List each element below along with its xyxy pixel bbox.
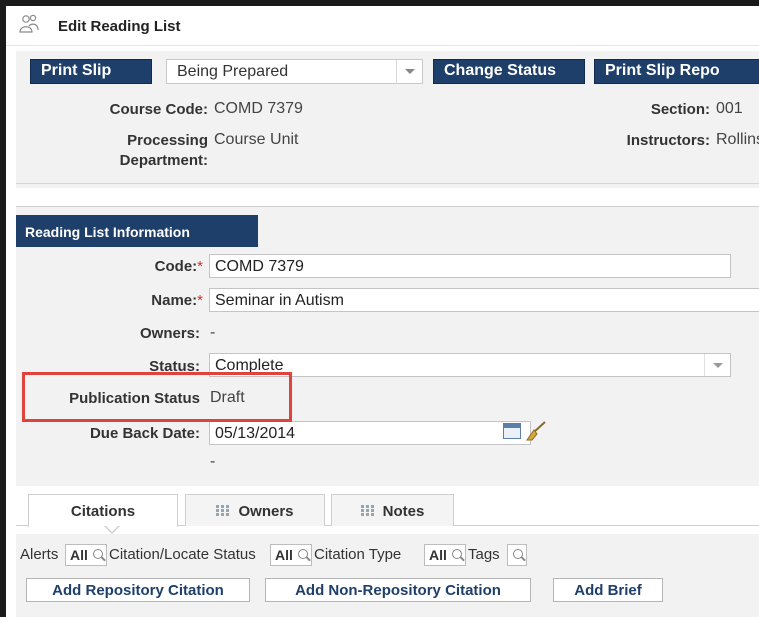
- active-tab-pointer-inner: [105, 525, 119, 532]
- code-input[interactable]: COMD 7379: [209, 254, 731, 278]
- chevron-down-icon[interactable]: [396, 60, 422, 83]
- citation-type-value: All: [429, 547, 447, 563]
- tags-label: Tags: [468, 546, 500, 563]
- citation-locate-status-filter[interactable]: All: [270, 544, 312, 566]
- course-code-value: COMD 7379: [214, 100, 303, 117]
- citation-type-label: Citation Type: [314, 546, 402, 563]
- section-title-reading-list-information[interactable]: Reading List Information: [16, 215, 258, 247]
- print-slip-report-button[interactable]: Print Slip Repo: [594, 59, 759, 84]
- header-block: Print Slip Being Prepared Change Status …: [16, 51, 759, 188]
- publication-status-highlight: [22, 372, 292, 422]
- tags-filter[interactable]: [507, 544, 527, 566]
- processing-department-label-line1: Processing: [127, 132, 208, 149]
- reading-list-status-select[interactable]: Being Prepared: [166, 59, 423, 84]
- title-bar: Edit Reading List: [6, 6, 759, 46]
- add-brief-button[interactable]: Add Brief: [553, 578, 663, 602]
- due-back-date-input[interactable]: 05/13/2014: [209, 421, 531, 445]
- citations-filter-panel: Alerts All Citation/Locate Status All Ci…: [16, 534, 759, 617]
- alerts-filter[interactable]: All: [65, 544, 107, 566]
- tab-notes-label: Notes: [382, 503, 425, 520]
- code-label-text: Code:: [154, 258, 198, 275]
- add-repository-citation-button[interactable]: Add Repository Citation: [26, 578, 250, 602]
- chevron-down-icon[interactable]: [704, 354, 730, 376]
- calendar-icon[interactable]: [503, 423, 521, 439]
- instructors-value: Rollins, P: [716, 131, 759, 148]
- window-title: Edit Reading List: [58, 18, 181, 35]
- edit-reading-list-window: Edit Reading List Print Slip Being Prepa…: [6, 6, 759, 617]
- alerts-filter-value: All: [70, 547, 88, 563]
- tab-notes[interactable]: Notes: [331, 494, 454, 526]
- tab-bar: Citations Owners Notes: [16, 486, 759, 527]
- status-select-value: Being Prepared: [177, 63, 289, 80]
- search-icon[interactable]: [298, 549, 308, 559]
- tab-citations[interactable]: Citations: [28, 494, 178, 527]
- users-icon: [19, 14, 39, 33]
- required-marker: *: [197, 258, 203, 275]
- owners-label: Owners:: [139, 325, 200, 342]
- grid-icon: [216, 505, 231, 517]
- search-icon[interactable]: [513, 549, 523, 559]
- processing-department-value: Course Unit: [214, 131, 299, 148]
- processing-department-label-line2: Department:: [119, 152, 208, 169]
- section-label: Section:: [650, 101, 710, 118]
- tab-owners-label: Owners: [238, 503, 294, 520]
- tab-owners[interactable]: Owners: [185, 494, 325, 526]
- tab-citations-label: Citations: [70, 503, 136, 520]
- divider: [16, 183, 759, 184]
- print-slip-button[interactable]: Print Slip: [30, 59, 152, 84]
- citation-type-filter[interactable]: All: [424, 544, 466, 566]
- name-input[interactable]: Seminar in Autism: [209, 288, 759, 312]
- grid-icon: [360, 505, 375, 517]
- extra-value: -: [210, 453, 216, 470]
- alerts-filter-label: Alerts: [20, 546, 59, 563]
- search-icon[interactable]: [452, 549, 462, 559]
- owners-value: -: [210, 324, 216, 341]
- course-code-label: Course Code:: [109, 101, 208, 118]
- citation-locate-status-value: All: [275, 547, 293, 563]
- required-marker: *: [197, 292, 203, 309]
- section-value: 001: [716, 100, 743, 117]
- name-field-label: Name:*: [66, 292, 203, 309]
- code-field-label: Code:*: [66, 258, 203, 275]
- clear-broom-icon[interactable]: [523, 420, 547, 442]
- instructors-label: Instructors:: [626, 132, 710, 149]
- citation-locate-status-label: Citation/Locate Status: [109, 546, 256, 563]
- due-back-date-label: Due Back Date:: [89, 425, 200, 442]
- search-icon[interactable]: [93, 549, 103, 559]
- add-non-repository-citation-button[interactable]: Add Non-Repository Citation: [265, 578, 531, 602]
- name-label-text: Name:: [151, 292, 198, 309]
- change-status-button[interactable]: Change Status: [433, 59, 585, 84]
